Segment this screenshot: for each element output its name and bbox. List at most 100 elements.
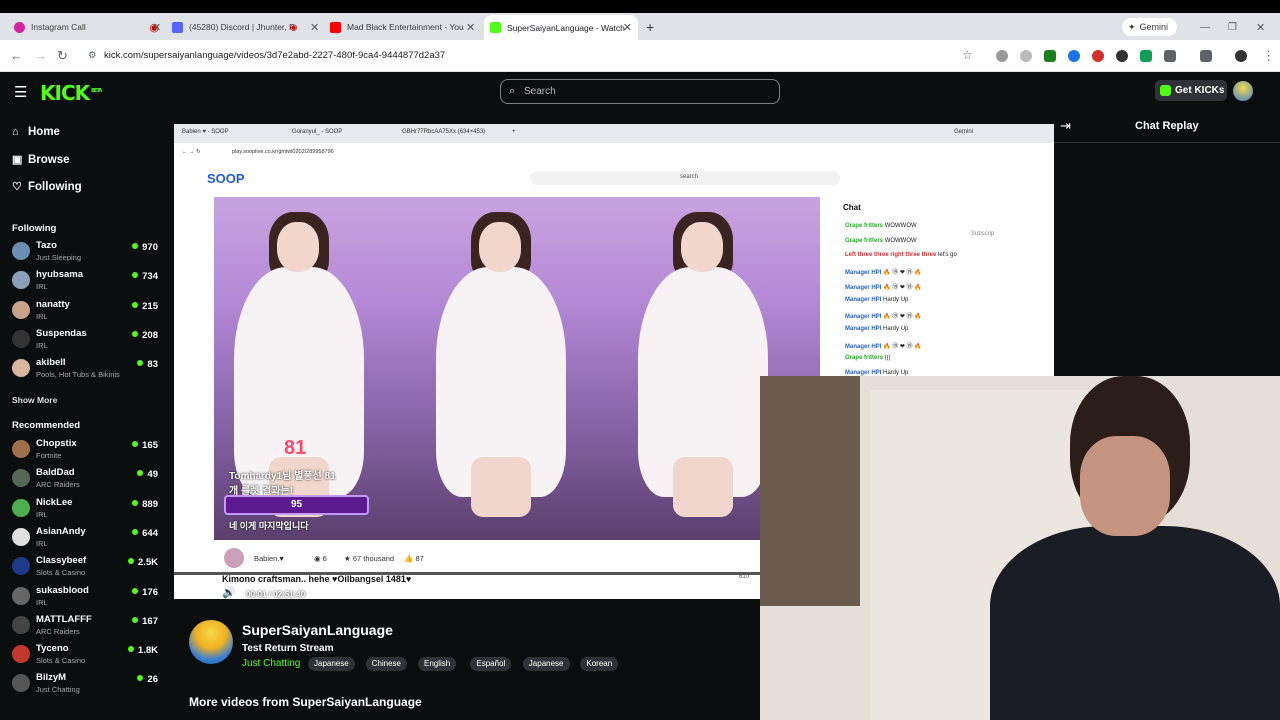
tab-close-kick[interactable]: ✕ [623,21,632,34]
search-input[interactable]: ⌕ Search [500,79,780,104]
get-kicks-button[interactable]: Get KICKs [1155,80,1227,101]
webcam-person-face [1080,436,1170,536]
menu-dots-icon[interactable]: ⋮ [1262,48,1275,64]
extension-icon[interactable] [996,50,1008,62]
sidepanel-icon[interactable] [1200,50,1212,62]
sidebar-channel-bilzym[interactable]: BilzyM Just Chatting 26 [12,672,162,698]
beta-badge: BETA [91,88,102,95]
sidebar-channel-nanatty[interactable]: nanatty IRL 215 [12,299,162,325]
shared-browser-tabbar: Babien ♥ - SOOP Goranyul_ - SOOP GBHr77R… [174,124,1054,143]
shared-tab: Goranyul_ - SOOP [292,129,343,135]
sidebar-channel-tazo[interactable]: Tazo Just Sleeping 970 [12,240,162,266]
sidebar-channel-balddad[interactable]: BaldDad ARC Raiders 49 [12,467,162,493]
tag-pill[interactable]: Japanese [522,657,570,671]
channel-avatar [12,615,30,634]
category-link[interactable]: Just Chatting [242,658,300,669]
soop-logo: SOOP [207,171,245,186]
tag-pill[interactable]: Español [470,657,512,671]
live-dot-icon [132,499,139,506]
viewer-count: 734 [132,271,158,282]
shared-like-count: 87 [415,554,424,563]
profile-avatar[interactable] [1235,50,1247,62]
sidebar-item-home[interactable]: ⌂ Home [12,126,60,138]
sidebar-channel-asianandy[interactable]: AsianAndy IRL 644 [12,526,162,552]
channel-category: IRL [36,597,48,607]
sidebar-channel-hyubsama[interactable]: hyubsama IRL 734 [12,269,162,295]
more-videos-heading: More videos from SuperSaiyanLanguage [189,695,422,709]
forward-icon[interactable]: → [34,48,47,63]
sidebar-item-browse[interactable]: ▣ Browse [12,153,70,166]
show-more-button[interactable]: Show More [12,395,57,405]
viewer-count: 889 [132,499,158,510]
channel-name[interactable]: SuperSaiyanLanguage [242,622,393,638]
kick-icon [490,22,501,33]
tag-pill[interactable]: Japanese [308,657,355,671]
overlay-text: Tomhardy1님 별풍선 81 개 룰렛 결과는! [229,467,379,497]
tab-strip-top [0,0,1280,13]
gemini-icon: ✦ [1128,21,1136,32]
new-tab-button[interactable]: + [646,16,654,38]
kick-logo[interactable]: KICK BETA [40,81,102,105]
sidebar-channel-classybeef[interactable]: Classybeef Slots & Casino 2.5K [12,555,162,581]
kick-extension-icon[interactable] [1140,50,1152,62]
sidebar-item-following[interactable]: ♡ Following [12,180,82,193]
viewer-count-value: 2.5K [137,557,158,569]
search-icon: ⌕ [509,85,516,97]
channel-category: IRL [36,509,48,519]
sidebar-channel-chopstix[interactable]: Chopstix Fortnite 165 [12,438,162,464]
tab-close-instagram[interactable]: ✕ [152,16,164,38]
tab-close-discord[interactable]: ✕ [310,16,322,38]
extension-icon[interactable] [1020,50,1032,62]
tab-kick-active[interactable]: SuperSaiyanLanguage - Watch ✕ [484,15,638,40]
volume-icon[interactable]: 🔊 [222,586,236,599]
sidebar-channel-tyceno[interactable]: Tyceno Slots & Casino 1.8K [12,643,162,669]
address-bar[interactable]: ⚙ kick.com/supersaiyanlanguage/videos/3d… [80,45,980,67]
browser-toolbar: ← → ↻ ⚙ kick.com/supersaiyanlanguage/vid… [0,40,1280,72]
reload-icon[interactable]: ↻ [57,48,68,64]
tab-youtube[interactable]: Mad Black Entertainment - You [330,16,465,38]
chat-text: ((( [884,355,891,362]
sidebar-channel-suspendas[interactable]: Suspendas IRL 208 [12,328,162,354]
extension-icon[interactable] [1044,50,1056,62]
live-dot-icon [132,441,139,447]
user-avatar[interactable] [1233,81,1253,101]
back-icon[interactable]: ← [10,48,23,63]
maximize-button[interactable]: ❐ [1228,16,1237,38]
play-button[interactable]: ▶ [194,586,202,599]
close-window-button[interactable]: ✕ [1256,16,1265,38]
sidebar-channel-sukasblood[interactable]: sukasblood IRL 176 [12,585,162,611]
tag-pill[interactable]: Chinese [365,657,407,671]
minimize-button[interactable]: — [1200,16,1210,38]
tag-pill[interactable]: English [418,657,457,671]
sidebar-channel-nicklee[interactable]: NickLee IRL 889 [12,497,162,523]
channel-name: BaldDad [36,467,75,479]
chat-text: Hardy Up [883,296,909,303]
sidebar-channel-akibell[interactable]: akibell Pools, Hot Tubs & Bikinis 83 [12,357,162,383]
shared-gemini: Gemini [954,129,974,135]
collapse-chat-icon[interactable]: ⇥ [1060,118,1071,134]
hamburger-menu-icon[interactable]: ☰ [14,83,27,101]
chat-text: let's go [938,252,957,259]
channel-avatar[interactable] [189,620,233,664]
shared-chat-title: Chat [843,203,861,212]
tab-instagram[interactable]: Instagram Call ◉ [14,16,159,38]
shared-new-tab: + [512,129,516,135]
stream-panels: 81 Tomhardy1님 별풍선 81 개 룰렛 결과는! 95 네 이게 마지… [214,197,824,540]
site-info-icon[interactable]: ⚙ [88,45,97,67]
sidebar-channel-mattlafff[interactable]: MATTLAFFF ARC Raiders 167 [12,614,162,640]
puzzle-icon[interactable] [1164,50,1176,62]
gemini-button[interactable]: ✦ Gemini [1122,18,1177,36]
extension-icon[interactable] [1116,50,1128,62]
channel-name: Chopstix [36,438,77,449]
chat-user: Left three three right three three [845,252,937,259]
stream-panel [416,197,618,540]
extension-icon[interactable] [1092,50,1104,62]
tab-close-youtube[interactable]: ✕ [466,16,478,38]
stream-title: Test Return Stream [242,643,334,654]
tag-pill[interactable]: Korean [580,657,619,671]
extension-icon[interactable] [1068,50,1080,62]
viewer-count-value: 889 [142,498,158,510]
sidebar: ⌂ Home ▣ Browse ♡ Following Following Tazo J… [0,112,170,720]
chat-text: WOWWOW [884,237,917,244]
bookmark-star-icon[interactable]: ☆ [962,48,973,62]
